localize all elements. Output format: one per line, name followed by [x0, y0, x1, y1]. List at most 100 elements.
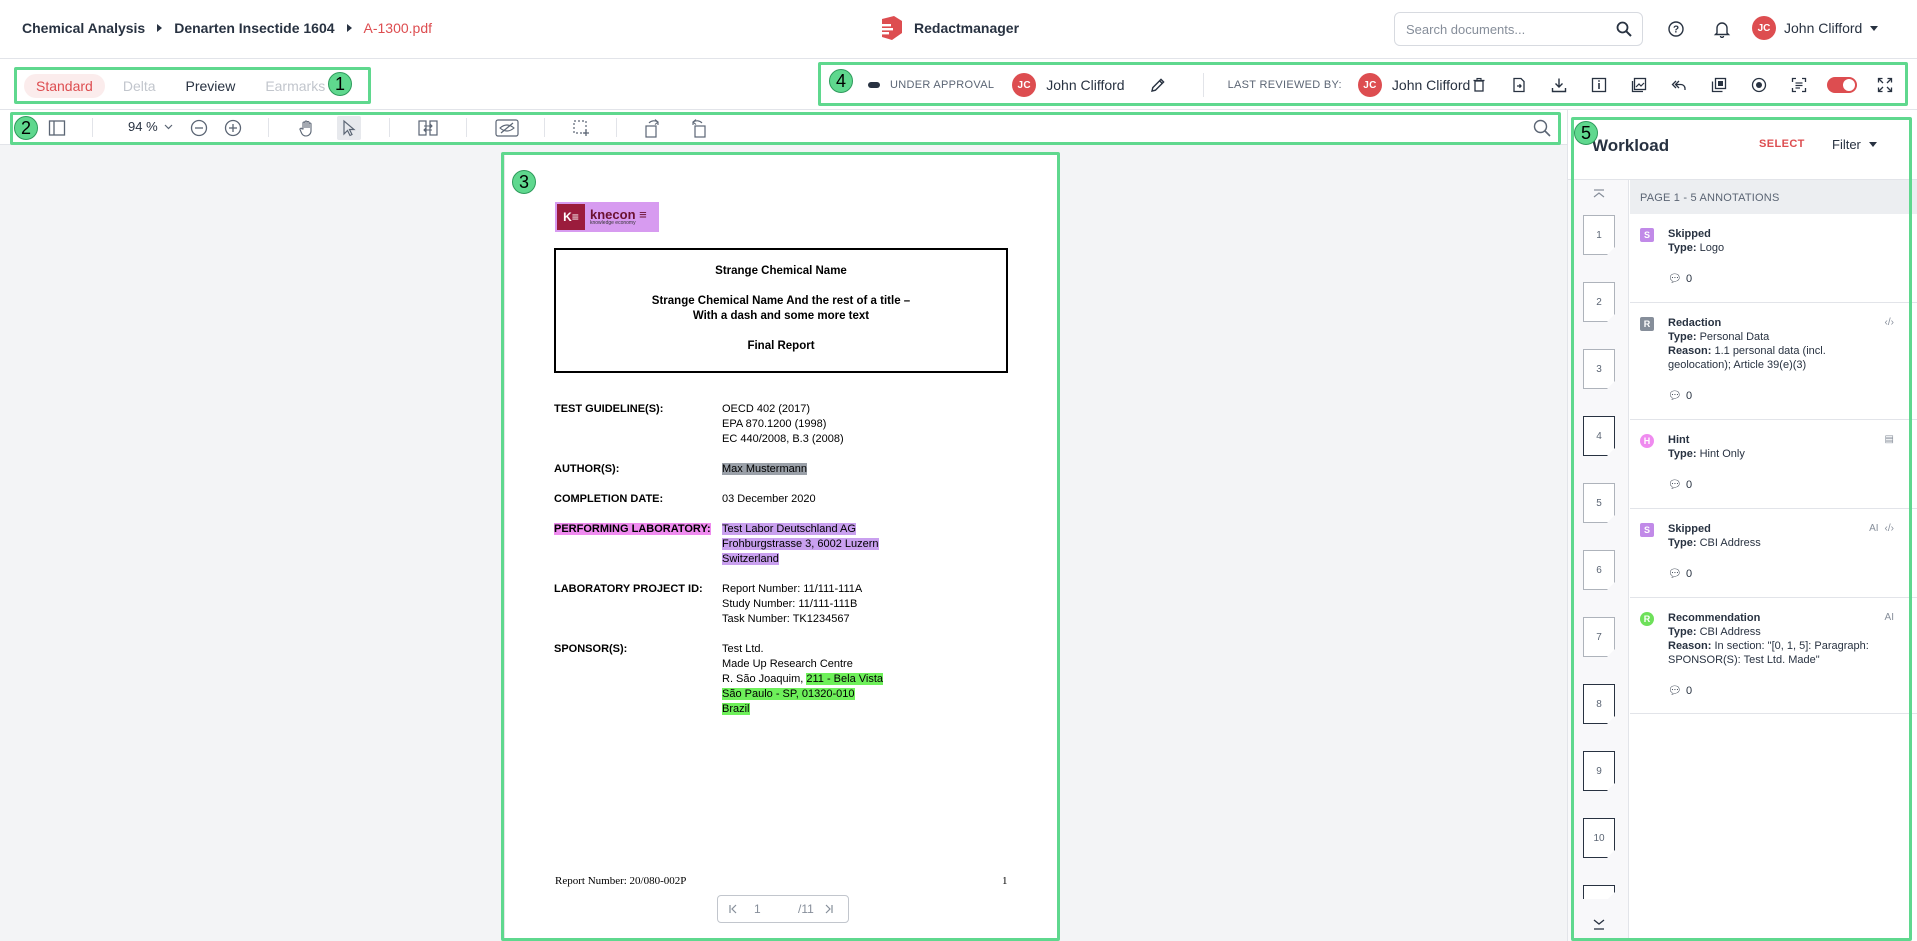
- page-thumbnail[interactable]: 3: [1583, 349, 1615, 389]
- pan-hand-icon[interactable]: [295, 116, 319, 140]
- comment-count[interactable]: 💬︎ 0: [1668, 684, 1692, 698]
- search-icon[interactable]: [1616, 21, 1632, 37]
- divider: [1202, 73, 1204, 97]
- annotation-type-badge: H: [1640, 434, 1654, 448]
- hint-highlight[interactable]: PERFORMING LABORATORY:: [554, 523, 711, 535]
- comment-count[interactable]: 💬︎ 0: [1668, 389, 1692, 403]
- view-mode-switcher: Standard Delta Preview Earmarks: [24, 74, 337, 98]
- breadcrumb-item-product[interactable]: Denarten Insectide 1604: [174, 20, 334, 36]
- breadcrumb-item-dossier[interactable]: Chemical Analysis: [22, 20, 145, 36]
- rotate-right-icon[interactable]: [686, 116, 710, 140]
- user-menu[interactable]: JC John Clifford: [1752, 16, 1879, 40]
- knecon-logo-icon: K≡: [557, 204, 585, 230]
- workload-header: Workload SELECT Filter: [1568, 110, 1917, 180]
- status-indicator-icon: [868, 82, 880, 88]
- annotation-type-badge: R: [1640, 612, 1654, 626]
- annotation-item[interactable]: R ‹/› Redaction Type: Personal Data Reas…: [1630, 303, 1917, 420]
- comment-count[interactable]: 💬︎ 0: [1668, 478, 1692, 492]
- comment-icon: 💬︎: [1668, 479, 1682, 491]
- chevron-down-icon: [1868, 142, 1877, 147]
- document-logo[interactable]: K≡ knecon ≡ knowledge economy: [555, 202, 659, 232]
- images-icon[interactable]: [1627, 73, 1651, 97]
- page-thumbnail[interactable]: 7: [1583, 617, 1615, 657]
- comment-count[interactable]: 💬︎ 0: [1668, 567, 1692, 581]
- annotation-item[interactable]: S AI ‹/› Skipped Type: CBI Address 💬︎ 0: [1630, 509, 1917, 598]
- chevron-down-icon: [164, 124, 173, 129]
- title-line: Strange Chemical Name: [715, 265, 847, 277]
- scroll-to-bottom-icon[interactable]: [1592, 917, 1606, 931]
- filter-dropdown[interactable]: Filter: [1832, 137, 1877, 152]
- layers-icon[interactable]: [1707, 73, 1731, 97]
- document-page[interactable]: K≡ knecon ≡ knowledge economy Strange Che…: [505, 155, 1057, 941]
- close-icon[interactable]: [1913, 73, 1917, 97]
- download-icon[interactable]: [1547, 73, 1571, 97]
- info-panel-icon[interactable]: [1587, 73, 1611, 97]
- divider: [268, 118, 269, 137]
- title-line: Strange Chemical Name And the rest of a …: [651, 295, 911, 322]
- zoom-in-icon[interactable]: [221, 116, 245, 140]
- export-file-icon[interactable]: [1507, 73, 1531, 97]
- select-cursor-icon[interactable]: [337, 116, 361, 140]
- file-actions: [1467, 73, 1917, 97]
- help-icon[interactable]: ?: [1664, 17, 1688, 41]
- recommendation-highlight[interactable]: 211 - Bela Vista: [806, 673, 884, 685]
- comment-icon: 💬︎: [1668, 568, 1682, 580]
- annotation-item[interactable]: S Skipped Type: Logo 💬︎ 0: [1630, 214, 1917, 303]
- page-thumbnail[interactable]: [1583, 885, 1615, 900]
- page-thumbnail[interactable]: 8: [1583, 684, 1615, 724]
- skipped-highlight[interactable]: Switzerland: [722, 553, 779, 565]
- delete-icon[interactable]: [1467, 73, 1491, 97]
- brand[interactable]: Redactmanager: [876, 15, 1019, 41]
- search-input[interactable]: [1406, 13, 1606, 45]
- mode-preview[interactable]: Preview: [174, 74, 248, 98]
- comment-icon: 💬︎: [1668, 685, 1682, 697]
- page-thumbnails: 1 2 3 4 5 6 7 8 9 10: [1568, 180, 1629, 941]
- notifications-bell-icon[interactable]: [1710, 17, 1734, 41]
- page-thumbnail[interactable]: 5: [1583, 483, 1615, 523]
- fullscreen-icon[interactable]: [1873, 73, 1897, 97]
- document-icon: ▤: [1884, 434, 1894, 445]
- select-button[interactable]: SELECT: [1759, 138, 1805, 150]
- toggle-switch[interactable]: [1827, 77, 1857, 93]
- page-thumbnail[interactable]: 4: [1583, 416, 1615, 456]
- field-label: SPONSOR(S):: [554, 643, 628, 655]
- mode-earmarks[interactable]: Earmarks: [253, 74, 337, 98]
- recommendation-highlight[interactable]: Brazil: [722, 703, 750, 715]
- page-thumbnail[interactable]: 10: [1583, 818, 1615, 858]
- sidebar-toggle-icon[interactable]: [45, 116, 69, 140]
- hide-annotations-icon[interactable]: [493, 116, 521, 140]
- annotation-item[interactable]: R AI Recommendation Type: CBI Address Re…: [1630, 598, 1917, 714]
- redaction-highlight[interactable]: Max Mustermann: [722, 463, 807, 475]
- undo-all-icon[interactable]: [1667, 73, 1691, 97]
- mode-delta[interactable]: Delta: [111, 74, 168, 98]
- annotation-item[interactable]: H ▤ Hint Type: Hint Only 💬︎ 0: [1630, 420, 1917, 509]
- page-thumbnail[interactable]: 6: [1583, 550, 1615, 590]
- edit-pencil-icon[interactable]: [1149, 76, 1167, 94]
- area-select-icon[interactable]: [569, 116, 593, 140]
- page-thumbnail[interactable]: 2: [1583, 282, 1615, 322]
- code-icon: ‹/›: [1884, 523, 1894, 534]
- page-footer-number: 1: [1002, 875, 1008, 887]
- comment-count[interactable]: 💬︎ 0: [1668, 272, 1692, 286]
- record-icon[interactable]: [1747, 73, 1771, 97]
- skipped-highlight[interactable]: Test Labor Deutschland AG: [722, 523, 856, 535]
- annotation-details: Redaction Type: Personal Data Reason: 1.…: [1668, 317, 1826, 371]
- skipped-highlight[interactable]: Frohburgstrasse 3, 6002 Luzern: [722, 538, 879, 550]
- last-page-icon[interactable]: [822, 904, 834, 914]
- recommendation-highlight[interactable]: São Paulo - SP, 01320-010: [722, 688, 855, 700]
- zoom-select[interactable]: 94 %: [128, 119, 173, 134]
- scroll-to-top-icon[interactable]: [1592, 188, 1606, 202]
- search-document-icon[interactable]: [1530, 116, 1554, 140]
- first-page-icon[interactable]: [728, 904, 740, 914]
- field-label: TEST GUIDELINE(S):: [554, 403, 664, 415]
- ocr-scan-icon[interactable]: [1787, 73, 1811, 97]
- page-number-input[interactable]: 1: [754, 902, 794, 916]
- zoom-out-icon[interactable]: [187, 116, 211, 140]
- reviewer-name: John Clifford: [1391, 77, 1471, 93]
- page-thumbnail[interactable]: 9: [1583, 751, 1615, 791]
- mode-standard[interactable]: Standard: [24, 74, 105, 98]
- page-thumbnail[interactable]: 1: [1583, 215, 1615, 255]
- file-status: UNDER APPROVAL JC John Clifford LAST REV…: [868, 73, 1470, 97]
- compare-pages-icon[interactable]: [416, 116, 440, 140]
- rotate-left-icon[interactable]: [641, 116, 665, 140]
